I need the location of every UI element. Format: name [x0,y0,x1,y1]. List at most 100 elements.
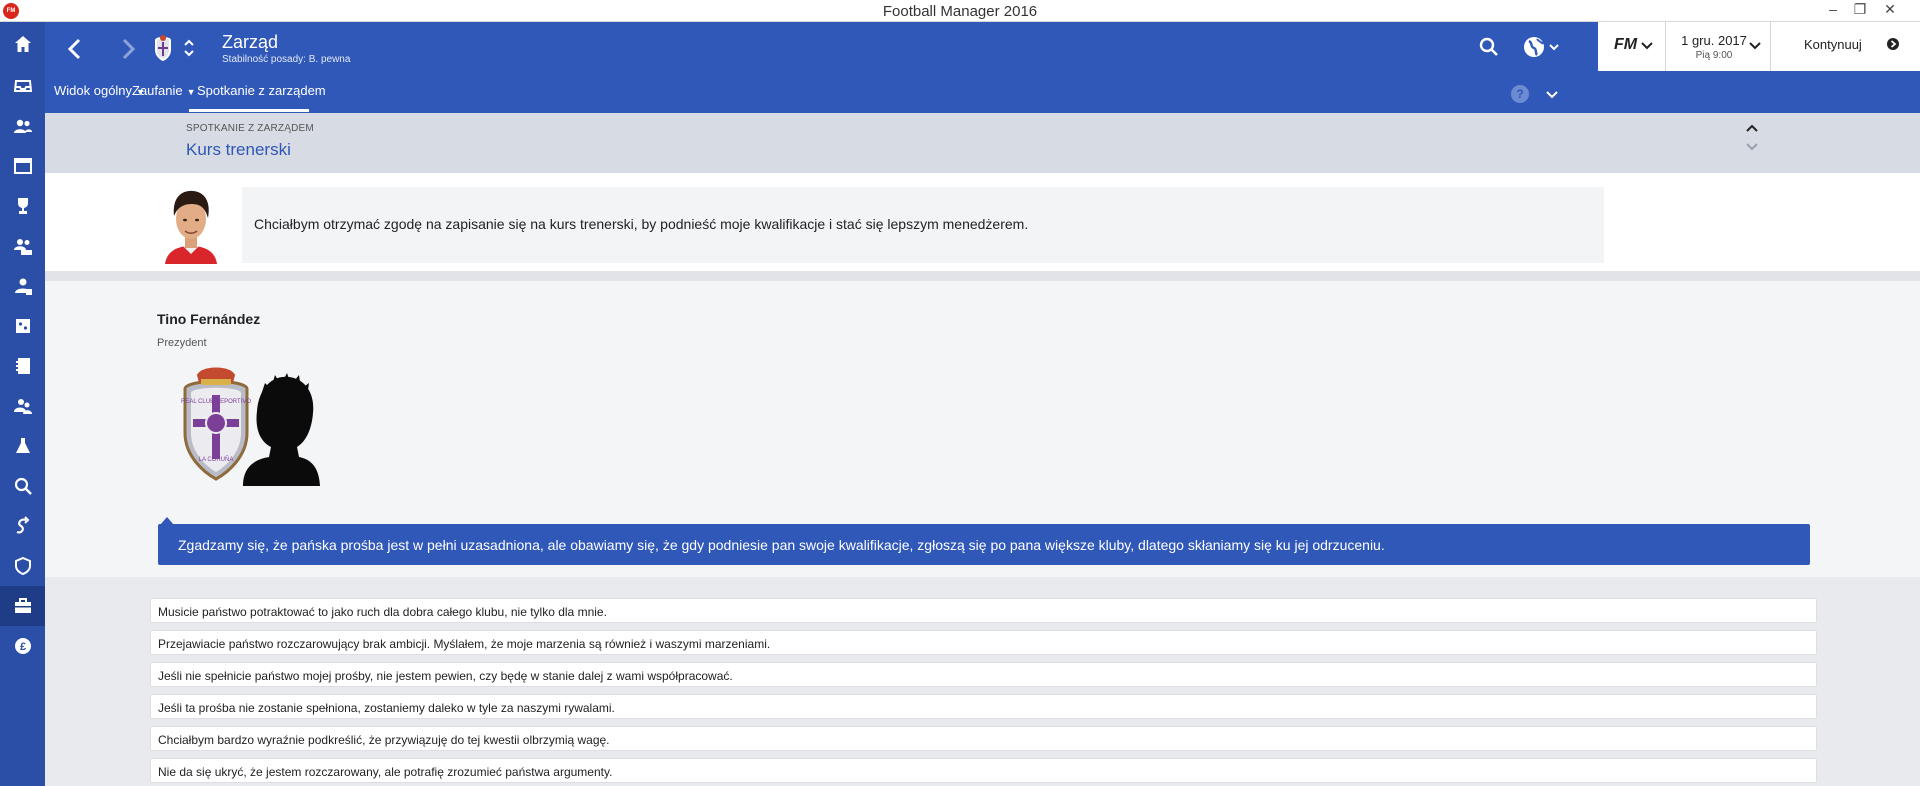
maximize-button[interactable]: ❐ [1847,1,1873,18]
club-crest: REAL CLUB DEPORTIVO LA CORUÑA [181,367,251,481]
divider [1770,22,1771,71]
club-badge-icon[interactable] [152,34,174,62]
chevron-up-icon[interactable] [1745,121,1759,135]
reply-option-label: Nie da się ukryć, że jestem rozczarowany… [158,765,613,779]
president-name[interactable]: Tino Fernández [157,311,260,327]
reply-option-label: Jeśli ta prośba nie zostanie spełniona, … [158,701,615,715]
competitions-icon [17,198,28,214]
sidebar-item-board[interactable] [0,586,45,626]
search-icon[interactable] [1477,35,1501,59]
reply-options-list: Musicie państwo potraktować to jako ruch… [45,577,1920,786]
president-panel: Tino Fernández Prezydent REAL CLUB DEPOR… [45,281,1920,577]
tactics-icon [15,319,30,333]
continue-arrow-icon[interactable] [1886,37,1900,51]
chevron-down-icon[interactable] [1748,39,1762,53]
manager-portrait [161,184,221,264]
tab-label: Widok ogólny [54,83,133,98]
current-time: Pią 9:00 [1695,50,1733,61]
sidebar-item-u19[interactable] [0,226,45,266]
page-title: Zarząd [222,32,279,52]
divider [1665,22,1666,71]
squad-icon [13,119,32,133]
reply-option-label: Chciałbym bardzo wyraźnie podkreślić, że… [158,733,610,747]
globe-icon[interactable] [1522,35,1562,59]
chevron-down-icon[interactable] [1640,39,1654,53]
reply-option[interactable]: Chciałbym bardzo wyraźnie podkreślić, że… [150,726,1817,751]
sidebar-item-competitions[interactable] [0,186,45,226]
sidebar-item-tactics[interactable] [0,306,45,346]
president-role: Prezydent [157,337,207,349]
sidebar-item-scouting[interactable] [0,386,45,426]
scouting-icon [13,399,32,414]
svg-text:£: £ [19,641,25,653]
sidebar-item-transfers[interactable] [0,506,45,546]
sidebar-item-training[interactable] [0,426,45,466]
home-icon [14,36,31,52]
tab-label: Spotkanie z zarządem [197,83,326,98]
staff-icon [14,278,32,295]
tab-confidence[interactable]: Zaufanie ▼ [132,83,196,98]
sidebar-item-search[interactable] [0,466,45,506]
section-kicker: SPOTKANIE Z ZARZĄDEM [186,123,314,134]
schedule-icon [13,158,32,174]
reply-option[interactable]: Jeśli nie spełnicie państwo mojej prośby… [150,662,1817,687]
request-text: Chciałbym otrzymać zgodę na zapisanie si… [254,216,1029,232]
window-title: Football Manager 2016 [882,3,1038,20]
reply-option-label: Jeśli nie spełnicie państwo mojej prośby… [158,669,733,683]
inbox-icon [13,80,32,92]
top-header: Zarząd Stabilność posady: B. pewna FM 1 … [45,22,1920,113]
sidebar-item-notebook[interactable] [0,346,45,386]
notebook-icon [15,358,30,374]
chevron-down-icon[interactable] [1745,140,1759,154]
sidebar-item-squad[interactable] [0,106,45,146]
active-tab-indicator [189,109,309,112]
continue-button[interactable]: Kontynuuj [1804,37,1862,52]
tab-board-meeting[interactable]: Spotkanie z zarządem [197,83,326,98]
chevron-down-icon[interactable] [1545,88,1559,102]
finances-icon: £ [14,638,31,654]
club-vision-icon [14,556,31,576]
left-sidebar: £ [0,22,45,786]
sidebar-item-staff[interactable] [0,266,45,306]
sub-navigation-tabs: Widok ogólny ▼ Zaufanie ▼ Spotkanie z zarz… [45,71,1920,113]
sidebar-item-club-vision[interactable] [0,546,45,586]
sidebar-item-home[interactable] [0,24,45,64]
reply-option[interactable]: Jeśli ta prośba nie zostanie spełniona, … [150,694,1817,719]
close-button[interactable]: ✕ [1877,1,1903,18]
silhouette [243,373,320,486]
current-date[interactable]: 1 gru. 2017 [1674,33,1754,48]
window-title-bar: FM Football Manager 2016 – ❐ ✕ [0,0,1920,22]
response-text: Zgadzamy się, że pańska prośba jest w pe… [178,537,1385,553]
training-icon [15,438,30,453]
president-portrait: REAL CLUB DEPORTIVO LA CORUÑA [181,367,320,486]
help-icon[interactable]: ? [1511,85,1529,103]
minimize-button[interactable]: – [1820,1,1846,17]
crest-text-top: REAL CLUB DEPORTIVO [181,399,251,405]
back-arrow-icon[interactable] [60,34,90,64]
board-icon [14,598,31,613]
fm-logo[interactable]: FM [1614,36,1637,54]
president-response: Zgadzamy się, że pańska prośba jest w pe… [158,524,1810,565]
game-controls-panel: FM 1 gru. 2017 Pią 9:00 Kontynuuj [1598,22,1920,71]
manager-request-panel: Chciałbym otrzymać zgodę na zapisanie si… [45,173,1920,271]
sidebar-item-inbox[interactable] [0,66,45,106]
job-security-text: Stabilność posady: B. pewna [222,54,351,65]
reply-option-label: Musicie państwo potraktować to jako ruch… [158,605,607,619]
club-switch-icon[interactable] [182,34,196,62]
tab-label: Zaufanie [132,83,183,98]
reply-option-label: Przejawiacie państwo rozczarowujący brak… [158,637,771,651]
chevron-down-icon: ▼ [186,87,196,97]
request-bubble: Chciałbym otrzymać zgodę na zapisanie si… [242,187,1604,263]
reply-option[interactable]: Nie da się ukryć, że jestem rozczarowany… [150,758,1817,783]
reply-option[interactable]: Musicie państwo potraktować to jako ruch… [150,598,1817,623]
forward-arrow-icon[interactable] [113,34,143,64]
section-header: SPOTKANIE Z ZARZĄDEM Kurs trenerski [45,113,1920,173]
search-icon [14,477,32,495]
section-title: Kurs trenerski [186,140,291,159]
crest-text-bottom: LA CORUÑA [199,456,234,463]
u19-squad-icon [13,239,32,255]
sidebar-item-schedule[interactable] [0,146,45,186]
transfers-icon [16,516,29,534]
reply-option[interactable]: Przejawiacie państwo rozczarowujący brak… [150,630,1817,655]
sidebar-item-finances[interactable]: £ [0,626,45,666]
